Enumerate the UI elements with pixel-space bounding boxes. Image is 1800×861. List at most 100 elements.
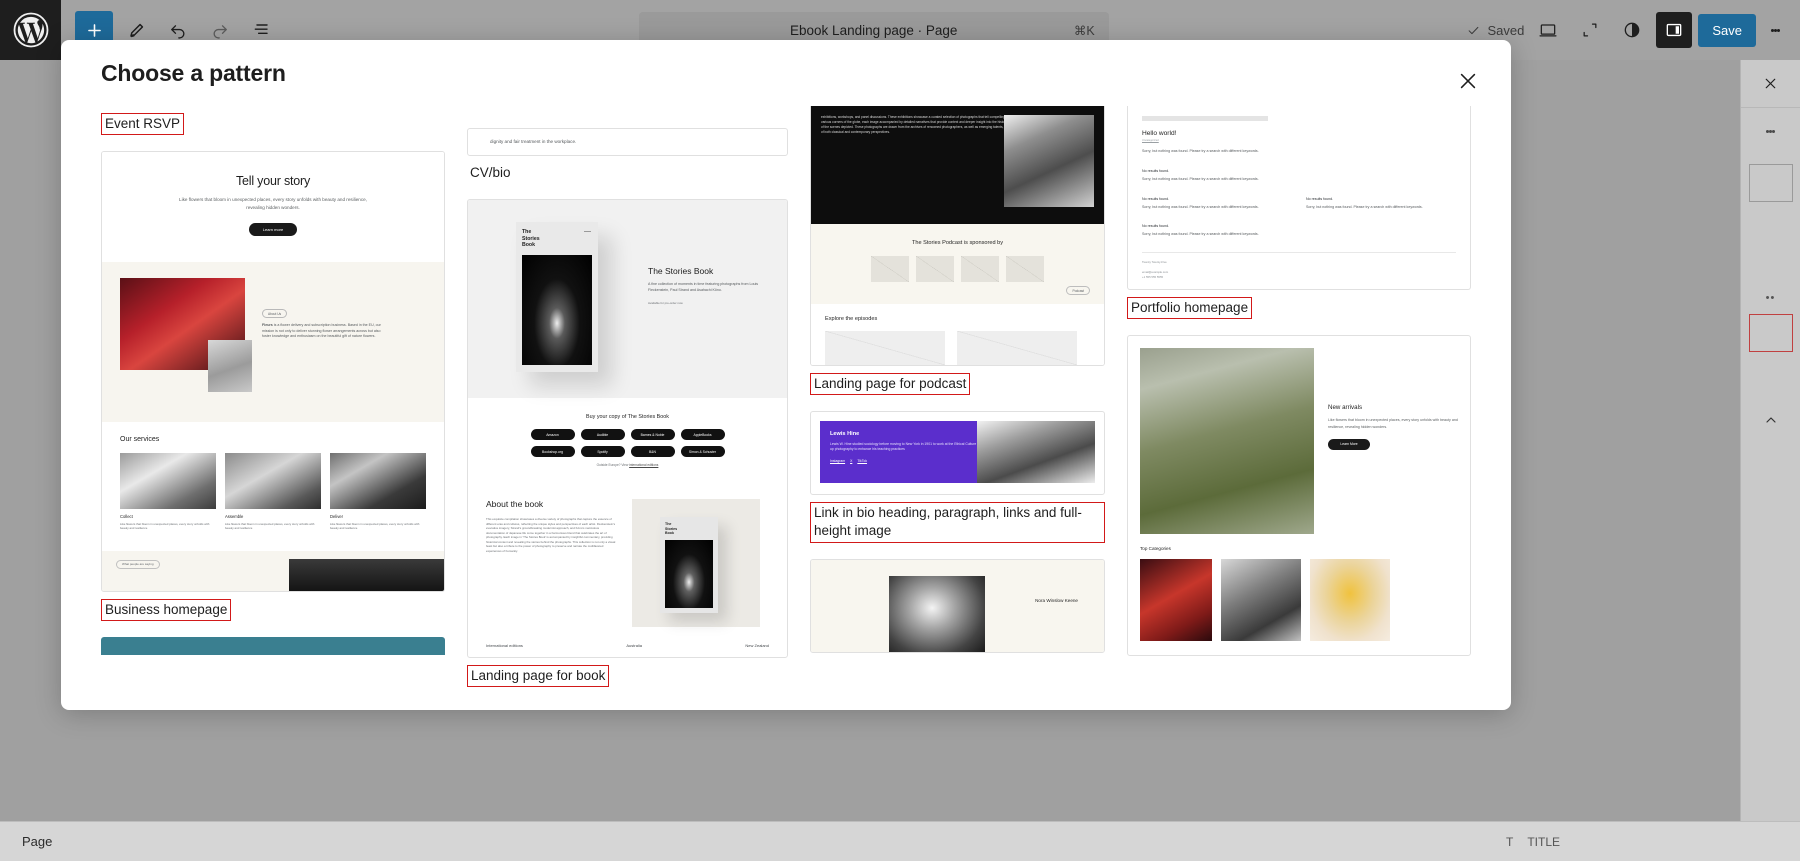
sidebar-field-box[interactable] bbox=[1748, 164, 1793, 202]
ph-hello-category: Uncategorized bbox=[1142, 139, 1159, 142]
lib-full-height-image bbox=[977, 421, 1095, 484]
lb-retailer-button: Audible bbox=[580, 429, 625, 441]
pattern-label-link-in-bio-wrap: Link in bio heading, paragraph, links an… bbox=[810, 502, 1105, 543]
save-button[interactable]: Save bbox=[1698, 13, 1756, 47]
ec-categories-section: Top Categories bbox=[1128, 534, 1470, 655]
pattern-label-event-rsvp[interactable]: Event RSVP bbox=[101, 113, 185, 136]
lb-availability: Available for pre-order now bbox=[648, 301, 683, 305]
editor-footer-bar: Page T TITLE bbox=[0, 821, 1800, 861]
pencil-icon bbox=[129, 23, 143, 37]
pattern-label-business-homepage-wrap: Business homepage bbox=[101, 598, 445, 622]
pattern-label-link-in-bio[interactable]: Link in bio heading, paragraph, links an… bbox=[810, 502, 1105, 543]
pattern-label-landing-page-book[interactable]: Landing page for book bbox=[467, 665, 610, 688]
lb-about-heading: About the book bbox=[486, 499, 544, 510]
lb-retailer-row-2: Bookshop.org Spotify B&N Simon & Schuste… bbox=[468, 446, 787, 458]
settings-sidebar-panel: •• bbox=[1740, 60, 1800, 821]
lb-about-image: The Stories Book bbox=[632, 499, 760, 628]
ec-hero-text: New arrivals Like flowers that bloom in … bbox=[1328, 348, 1458, 534]
plus-icon bbox=[87, 23, 101, 37]
pc-episodes-section: Podcast Explore the episodes bbox=[811, 286, 1104, 365]
document-title: Ebook Landing page · Page bbox=[790, 22, 958, 38]
footer-title-field[interactable]: TITLE bbox=[1527, 835, 1560, 849]
bh-services-heading: Our services bbox=[120, 435, 160, 443]
pattern-card-ecommerce[interactable]: New arrivals Like flowers that bloom in … bbox=[1127, 335, 1471, 657]
pc-sponsor-logo-placeholder bbox=[916, 256, 954, 282]
pattern-column-2: dignity and fair treatment in the workpl… bbox=[467, 106, 788, 703]
pattern-card-business-homepage[interactable]: Tell your story Like flowers that bloom … bbox=[101, 151, 445, 592]
zoom-out-button[interactable] bbox=[1572, 12, 1608, 48]
sidebar-more-button[interactable] bbox=[1741, 108, 1800, 154]
lb-buy-heading: Buy your copy of The Stories Book bbox=[586, 414, 669, 421]
pattern-card-quote[interactable]: Nora Winslow Keene bbox=[810, 558, 1105, 653]
pc-dark-section: exhibitions, workshops, and panel discus… bbox=[811, 106, 1104, 224]
ph-no-results-heading: No results found. bbox=[1142, 196, 1170, 201]
pattern-label-event-rsvp-wrap: Event RSVP bbox=[101, 113, 445, 136]
ph-footer-credit: Twenty Twenty-Five bbox=[1142, 260, 1167, 264]
ph-footer: Twenty Twenty-Five email@example.com +1 … bbox=[1142, 260, 1456, 279]
pc-sponsor-logo-placeholder bbox=[1006, 256, 1044, 282]
pattern-grid-scroll-area[interactable]: Event RSVP Tell your story Like flowers … bbox=[61, 106, 1511, 710]
sidebar-close-row[interactable] bbox=[1741, 60, 1800, 108]
bh-service-item: Deliver Like flowers that bloom in unexp… bbox=[330, 452, 426, 531]
lb-about-text-col: About the book This exquisite compilatio… bbox=[486, 499, 618, 627]
bh-about-body: is a flower delivery and subscription bu… bbox=[262, 323, 381, 339]
bh-service-title: Assemble bbox=[225, 513, 244, 519]
lb-retailer-row-1: Amazon Audible Barnes & Noble AppleBooks bbox=[468, 429, 787, 441]
wordpress-logo-button[interactable] bbox=[0, 0, 61, 60]
save-status-label: Saved bbox=[1487, 22, 1525, 38]
pattern-card-portfolio-homepage[interactable]: Hello world! Uncategorized Sorry, but no… bbox=[1127, 106, 1471, 291]
ph-footer-phone: +1 555 555 5555 bbox=[1142, 274, 1164, 279]
breadcrumb[interactable]: Page bbox=[22, 834, 52, 849]
pattern-label-landing-page-book-wrap: Landing page for book bbox=[467, 665, 788, 688]
lb-retailer-button: Bookshop.org bbox=[530, 446, 575, 458]
lb-footer-mid: Australia bbox=[626, 643, 642, 649]
settings-sidebar-button[interactable] bbox=[1656, 12, 1693, 48]
ph-two-column-block: No results found. Sorry, but nothing was… bbox=[1142, 197, 1456, 225]
bh-hero-button: Learn more bbox=[249, 222, 297, 236]
lib-purple-panel: Lewis Hine Lewis W. Hine studied sociolo… bbox=[820, 421, 1095, 484]
bh-service-title: Collect bbox=[120, 513, 133, 519]
pc-dark-paragraph: exhibitions, workshops, and panel discus… bbox=[821, 115, 1028, 134]
lb-retailer-button: Spotify bbox=[580, 446, 625, 458]
bh-footer-section: What people are saying bbox=[102, 550, 444, 591]
pattern-card-landing-page-book[interactable]: The Stories Book The Stories Book A fine c… bbox=[467, 199, 788, 659]
pattern-card-cv-bio-previous-partial[interactable]: dignity and fair treatment in the workpl… bbox=[467, 128, 788, 156]
modal-header: Choose a pattern bbox=[61, 40, 1511, 106]
pattern-label-business-homepage[interactable]: Business homepage bbox=[101, 598, 232, 622]
pc-episodes-heading: Explore the episodes bbox=[825, 316, 878, 322]
lb-footer-left: International editions bbox=[486, 643, 523, 649]
pc-sponsor-logo-placeholder bbox=[871, 256, 909, 282]
more-options-button[interactable] bbox=[1762, 12, 1788, 48]
pattern-column-4: Hello world! Uncategorized Sorry, but no… bbox=[1127, 106, 1471, 703]
ec-hero: New arrivals Like flowers that bloom in … bbox=[1128, 336, 1470, 535]
pattern-label-landing-page-podcast[interactable]: Landing page for podcast bbox=[810, 373, 971, 396]
lb-outside-note-link: international editions bbox=[629, 463, 659, 468]
lb-hero: The Stories Book The Stories Book A fine c… bbox=[468, 200, 787, 399]
pc-sponsor-heading: The Stories Podcast is sponsored by bbox=[911, 240, 1004, 246]
desktop-icon bbox=[1539, 24, 1557, 37]
bh-service-title: Deliver bbox=[330, 513, 344, 519]
lb-retailer-button: Amazon bbox=[530, 429, 575, 441]
lb-title: The Stories Book bbox=[648, 266, 714, 277]
modal-close-button[interactable] bbox=[1451, 64, 1485, 98]
pattern-label-cv-bio-wrap: CV/bio bbox=[467, 163, 788, 183]
pattern-card-link-in-bio[interactable]: Lewis Hine Lewis W. Hine studied sociolo… bbox=[810, 411, 1105, 496]
styles-button[interactable] bbox=[1614, 12, 1650, 48]
wordpress-logo-icon bbox=[13, 12, 48, 48]
pc-episode-image-placeholder bbox=[825, 331, 945, 365]
bh-service-text: Like flowers that bloom in unexpected pl… bbox=[120, 521, 210, 531]
pattern-card-next-partial[interactable] bbox=[101, 637, 445, 656]
bh-flower-image-small bbox=[208, 339, 252, 392]
toolbar-right-group: Saved Save bbox=[1466, 12, 1800, 48]
bh-service-image bbox=[225, 452, 321, 509]
lb-outside-note: Outside Europe? View international editi… bbox=[468, 463, 787, 467]
sidebar-highlighted-box[interactable] bbox=[1748, 314, 1793, 352]
close-icon bbox=[1765, 78, 1776, 89]
pattern-label-portfolio-homepage[interactable]: Portfolio homepage bbox=[1127, 297, 1253, 320]
lb-book-cover: The Stories Book bbox=[516, 222, 598, 373]
pattern-card-landing-page-podcast[interactable]: exhibitions, workshops, and panel discus… bbox=[810, 106, 1105, 366]
pattern-label-cv-bio[interactable]: CV/bio bbox=[467, 163, 514, 183]
command-shortcut-hint: ⌘K bbox=[1073, 23, 1095, 38]
preview-device-button[interactable] bbox=[1530, 12, 1566, 48]
sidebar-collapse-button[interactable] bbox=[1741, 412, 1800, 432]
